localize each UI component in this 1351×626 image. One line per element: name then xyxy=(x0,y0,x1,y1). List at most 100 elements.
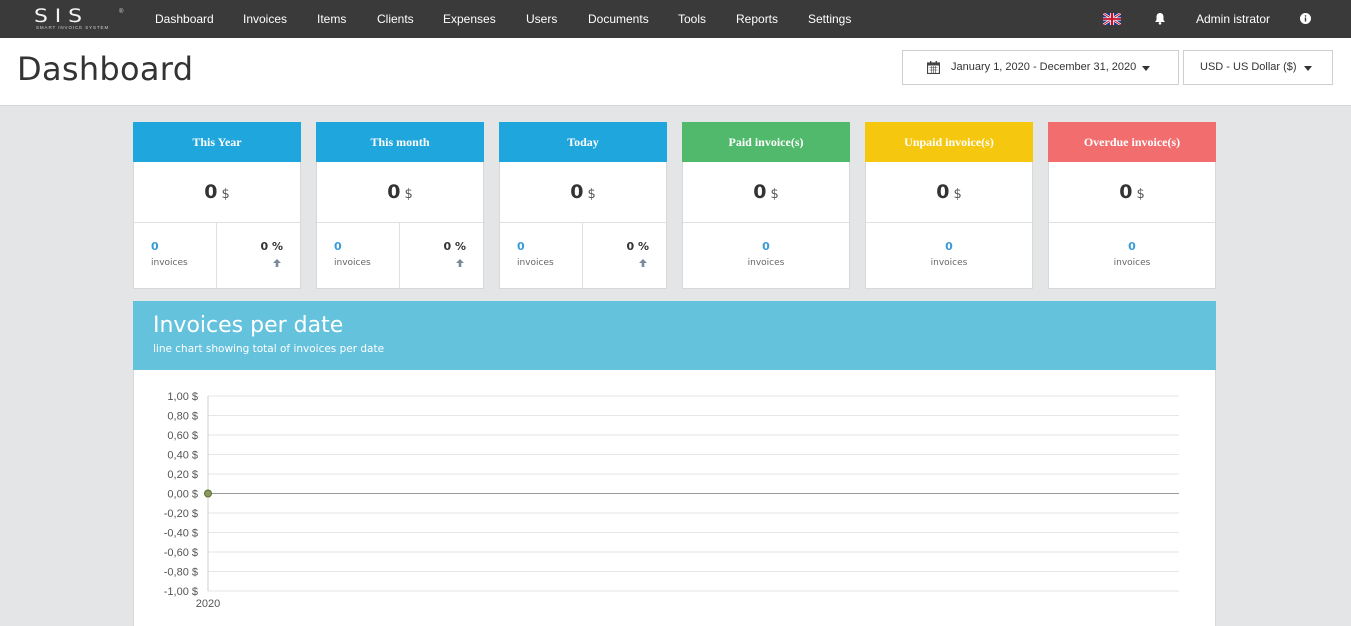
page-title: Dashboard xyxy=(17,50,194,88)
invoices-per-date-panel: Invoices per date line chart showing tot… xyxy=(133,301,1216,626)
y-tick-label: -0,60 $ xyxy=(164,547,198,559)
y-tick-label: 0,40 $ xyxy=(167,450,198,462)
card-value: 0 $ xyxy=(134,162,300,223)
currency-select[interactable]: USD - US Dollar ($) xyxy=(1183,50,1333,85)
card-currency: $ xyxy=(1136,187,1145,202)
y-tick-label: 1,00 $ xyxy=(167,391,198,403)
card-footer: 0 invoices xyxy=(683,223,849,288)
card-value: 0 $ xyxy=(500,162,666,223)
stat-card-unpaid: Unpaid invoice(s) 0 $ 0 invoices xyxy=(865,122,1033,289)
sis-logo[interactable]: SIS ® SMART INVOICE SYSTEM xyxy=(34,7,126,33)
nav-expenses[interactable]: Expenses xyxy=(443,0,496,38)
arrow-up-icon xyxy=(273,259,281,267)
percent-change: 0 % xyxy=(443,240,466,253)
date-range-picker[interactable]: January 1, 2020 - December 31, 2020 xyxy=(902,50,1179,85)
invoice-count[interactable]: 0 xyxy=(866,240,1032,253)
card-footer: 0 invoices xyxy=(1049,223,1215,288)
card-count-cell: 0 invoices xyxy=(500,223,583,288)
nav-settings[interactable]: Settings xyxy=(808,0,851,38)
card-currency: $ xyxy=(770,187,779,202)
card-title: Unpaid invoice(s) xyxy=(865,122,1033,162)
y-tick-label: 0,20 $ xyxy=(167,469,198,481)
card-amount: 0 xyxy=(204,181,218,203)
top-navbar: SIS ® SMART INVOICE SYSTEM Dashboard Inv… xyxy=(0,0,1351,38)
logo-text: SIS xyxy=(34,5,89,27)
invoice-count-label: invoices xyxy=(930,258,968,268)
invoice-count-label: invoices xyxy=(151,258,188,268)
card-value: 0 $ xyxy=(1049,162,1215,223)
nav-clients[interactable]: Clients xyxy=(377,0,414,38)
chevron-down-icon xyxy=(1142,66,1150,71)
card-amount: 0 xyxy=(387,181,401,203)
chart-title: Invoices per date xyxy=(153,313,344,338)
stat-card-this-year: This Year 0 $ 0 invoices 0 % xyxy=(133,122,301,289)
nav-users[interactable]: Users xyxy=(526,0,557,38)
logo-registered-mark: ® xyxy=(119,9,124,15)
stat-card-overdue: Overdue invoice(s) 0 $ 0 invoices xyxy=(1048,122,1216,289)
card-count-cell: 0 invoices xyxy=(134,223,217,288)
card-title: Today xyxy=(499,122,667,162)
card-currency: $ xyxy=(221,187,230,202)
arrow-up-icon xyxy=(639,259,647,267)
card-title: Overdue invoice(s) xyxy=(1048,122,1216,162)
invoice-count[interactable]: 0 xyxy=(334,240,342,253)
card-title: This month xyxy=(316,122,484,162)
arrow-up-icon xyxy=(456,259,464,267)
y-tick-label: 0,00 $ xyxy=(167,489,198,501)
card-footer: 0 invoices xyxy=(866,223,1032,288)
card-value: 0 $ xyxy=(683,162,849,223)
chart-subtitle: line chart showing total of invoices per… xyxy=(153,343,385,355)
invoice-count-label: invoices xyxy=(747,258,785,268)
invoice-count[interactable]: 0 xyxy=(151,240,159,253)
x-tick-label: 2020 xyxy=(196,598,220,610)
invoices-line-chart: 1,00 $ 0,80 $ 0,60 $ 0,40 $ 0,20 $ 0,00 $ -0,2… xyxy=(164,391,1179,610)
calendar-icon xyxy=(927,61,940,74)
card-amount: 0 xyxy=(753,181,767,203)
chevron-down-icon xyxy=(1304,66,1312,71)
page-header: Dashboard January 1, 2020 - December 31,… xyxy=(0,38,1351,106)
percent-change: 0 % xyxy=(626,240,649,253)
logo-subtitle: SMART INVOICE SYSTEM xyxy=(36,25,110,30)
card-footer: 0 invoices 0 % xyxy=(500,223,666,288)
invoice-count-label: invoices xyxy=(517,258,554,268)
invoice-count[interactable]: 0 xyxy=(683,240,849,253)
card-currency: $ xyxy=(587,187,596,202)
info-icon[interactable] xyxy=(1300,13,1311,24)
card-currency: $ xyxy=(953,187,962,202)
uk-flag-icon[interactable] xyxy=(1103,13,1121,25)
chart-panel-header: Invoices per date line chart showing tot… xyxy=(133,301,1216,370)
y-tick-label: -0,40 $ xyxy=(164,528,198,540)
currency-label: USD - US Dollar ($) xyxy=(1200,61,1297,73)
y-tick-label: -0,20 $ xyxy=(164,508,198,520)
card-title: Paid invoice(s) xyxy=(682,122,850,162)
nav-documents[interactable]: Documents xyxy=(588,0,649,38)
user-menu[interactable]: Admin istrator xyxy=(1196,0,1270,38)
invoice-count[interactable]: 0 xyxy=(1049,240,1215,253)
nav-tools[interactable]: Tools xyxy=(678,0,706,38)
bell-icon[interactable] xyxy=(1154,12,1166,25)
y-tick-label: 0,60 $ xyxy=(167,430,198,442)
card-title: This Year xyxy=(133,122,301,162)
data-point[interactable] xyxy=(204,489,212,498)
card-currency: $ xyxy=(404,187,413,202)
stat-card-today: Today 0 $ 0 invoices 0 % xyxy=(499,122,667,289)
y-tick-label: 0,80 $ xyxy=(167,411,198,423)
percent-change: 0 % xyxy=(260,240,283,253)
card-value: 0 $ xyxy=(866,162,1032,223)
invoice-count[interactable]: 0 xyxy=(517,240,525,253)
nav-reports[interactable]: Reports xyxy=(736,0,778,38)
card-amount: 0 xyxy=(570,181,584,203)
card-amount: 0 xyxy=(936,181,950,203)
nav-dashboard[interactable]: Dashboard xyxy=(155,0,214,38)
date-range-label: January 1, 2020 - December 31, 2020 xyxy=(951,61,1137,73)
y-tick-label: -1,00 $ xyxy=(164,586,198,598)
nav-items[interactable]: Items xyxy=(317,0,346,38)
card-footer: 0 invoices 0 % xyxy=(134,223,300,288)
card-footer: 0 invoices 0 % xyxy=(317,223,483,288)
nav-invoices[interactable]: Invoices xyxy=(243,0,287,38)
card-count-cell: 0 invoices xyxy=(317,223,400,288)
invoice-count-label: invoices xyxy=(334,258,371,268)
card-amount: 0 xyxy=(1119,181,1133,203)
stat-card-this-month: This month 0 $ 0 invoices 0 % xyxy=(316,122,484,289)
y-tick-label: -0,80 $ xyxy=(164,567,198,579)
